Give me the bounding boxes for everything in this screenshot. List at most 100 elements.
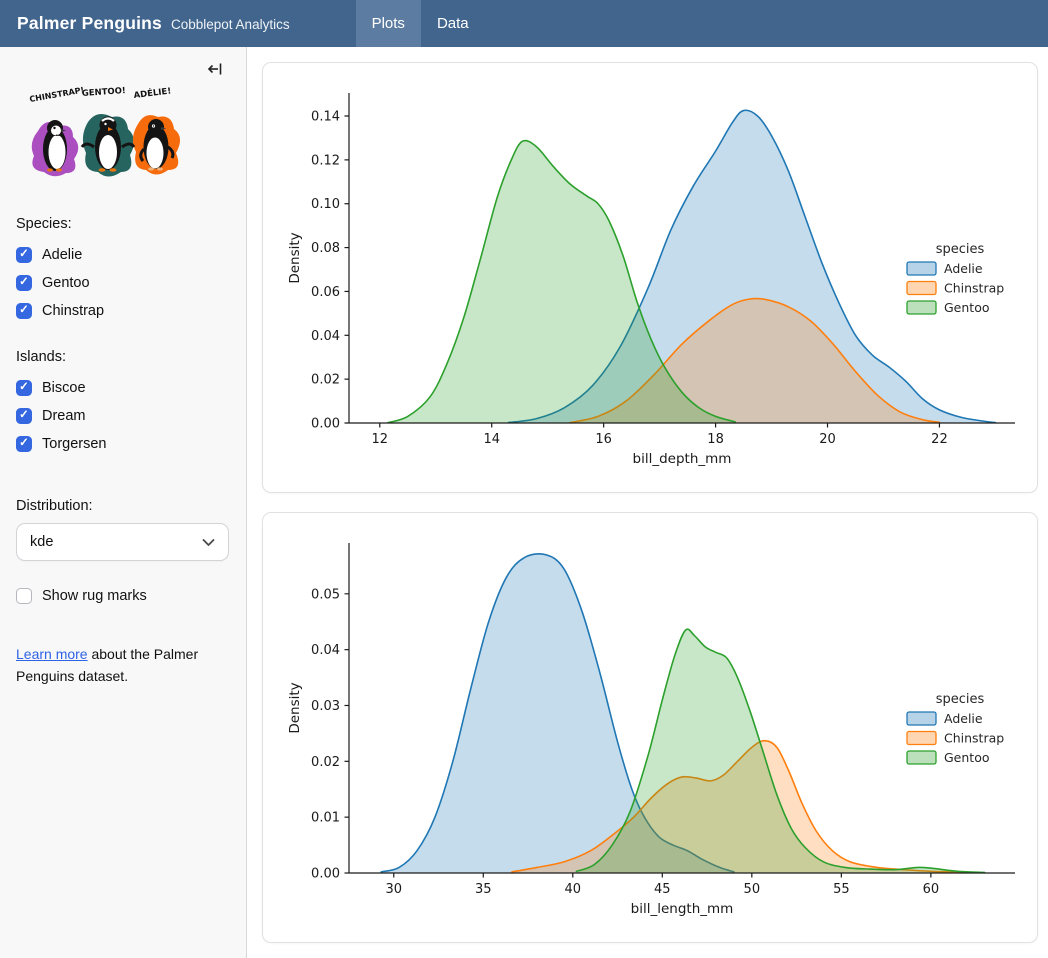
svg-text:45: 45: [654, 882, 671, 897]
distribution-label: Distribution:: [16, 498, 230, 514]
checkbox-label: Gentoo: [42, 275, 90, 291]
chevron-down-icon: [202, 538, 215, 547]
checkbox-icon[interactable]: [16, 247, 32, 263]
gentoo-label: GENTOO!: [82, 86, 127, 99]
legend-swatch-Adelie: [907, 712, 936, 725]
navbar: Palmer Penguins Cobblepot Analytics Plot…: [0, 0, 1048, 47]
checkbox-label: Dream: [42, 408, 86, 424]
legend-label-Adelie: Adelie: [944, 261, 983, 276]
legend-swatch-Chinstrap: [907, 732, 936, 745]
islands-group-label: Islands:: [16, 349, 230, 365]
svg-text:0.02: 0.02: [311, 373, 340, 388]
distribution-group: Distribution: kde: [16, 498, 230, 561]
tab-plots[interactable]: Plots: [356, 0, 421, 47]
distribution-select[interactable]: kde: [16, 523, 229, 561]
series-group: [381, 554, 984, 873]
x-axis-label: bill_length_mm: [631, 901, 734, 917]
legend-title: species: [936, 692, 985, 707]
svg-text:22: 22: [931, 432, 948, 447]
checkbox-island-torgersen[interactable]: Torgersen: [16, 430, 230, 458]
card-bill-depth-plot: 12 14 16 18 20 22 0.00 0.02 0.04 0.06 0.08 0.10 0.12…: [262, 62, 1038, 493]
svg-text:18: 18: [707, 432, 724, 447]
legend-label-Chinstrap: Chinstrap: [944, 281, 1004, 296]
checkbox-label: Chinstrap: [42, 303, 104, 319]
nav-tabs: Plots Data: [356, 0, 485, 47]
svg-text:60: 60: [923, 882, 940, 897]
sidebar-footer-text: Learn more about the Palmer Penguins dat…: [16, 644, 216, 687]
svg-text:0.03: 0.03: [311, 699, 340, 714]
app-title: Palmer Penguins: [17, 13, 162, 34]
svg-text:30: 30: [385, 882, 402, 897]
app-subtitle: Cobblepot Analytics: [171, 17, 290, 32]
legend-label-Adelie: Adelie: [944, 711, 983, 726]
checkbox-label: Adelie: [42, 247, 82, 263]
checkbox-label: Show rug marks: [42, 588, 147, 604]
svg-text:0.00: 0.00: [311, 867, 340, 882]
species-group-label: Species:: [16, 216, 230, 232]
islands-filter-group: Islands: Biscoe Dream Torgersen: [16, 349, 230, 458]
svg-text:0.05: 0.05: [311, 587, 340, 602]
svg-text:12: 12: [372, 432, 389, 447]
arrow-left-to-bar-icon: [206, 60, 224, 78]
y-axis-label: Density: [287, 232, 303, 283]
svg-text:35: 35: [475, 882, 492, 897]
checkbox-icon[interactable]: [16, 436, 32, 452]
svg-text:0.08: 0.08: [311, 241, 340, 256]
checkbox-icon[interactable]: [16, 588, 32, 604]
penguins-artwork-image: CHINSTRAP! GENTOO! ADÉLIE!: [16, 85, 186, 185]
checkbox-island-dream[interactable]: Dream: [16, 402, 230, 430]
svg-text:0.06: 0.06: [311, 285, 340, 300]
svg-text:14: 14: [483, 432, 500, 447]
main-content: 12 14 16 18 20 22 0.00 0.02 0.04 0.06 0.08 0.10 0.12…: [247, 47, 1048, 958]
svg-text:0.12: 0.12: [311, 153, 340, 168]
checkbox-show-rug-marks[interactable]: Show rug marks: [16, 582, 230, 610]
density-plot-bill_length_mm: 30 35 40 45 50 55 60 0.00 0.01 0.02 0.03 0.04 0.05 bi…: [263, 513, 1037, 942]
legend: species Adelie Chinstrap Gentoo: [907, 242, 1004, 315]
legend-title: species: [936, 242, 985, 257]
sidebar: CHINSTRAP! GENTOO! ADÉLIE! Species: Adel…: [0, 47, 247, 958]
svg-text:0.10: 0.10: [311, 197, 340, 212]
svg-text:40: 40: [565, 882, 582, 897]
sidebar-collapse-icon[interactable]: [206, 60, 224, 78]
legend-swatch-Gentoo: [907, 301, 936, 314]
distribution-select-value: kde: [30, 534, 53, 550]
checkbox-label: Biscoe: [42, 380, 86, 396]
learn-more-link[interactable]: Learn more: [16, 646, 88, 662]
x-axis-label: bill_depth_mm: [633, 451, 732, 467]
svg-text:0.01: 0.01: [311, 811, 340, 826]
legend-label-Chinstrap: Chinstrap: [944, 731, 1004, 746]
svg-text:55: 55: [833, 882, 850, 897]
legend-label-Gentoo: Gentoo: [944, 300, 990, 315]
svg-text:16: 16: [595, 432, 612, 447]
svg-text:0.14: 0.14: [311, 110, 340, 125]
brand: Palmer Penguins Cobblepot Analytics: [0, 13, 290, 34]
tab-data[interactable]: Data: [421, 0, 485, 47]
card-bill-length-plot: 30 35 40 45 50 55 60 0.00 0.01 0.02 0.03 0.04 0.05 bi…: [262, 512, 1038, 943]
series-group: [388, 110, 995, 423]
svg-text:0.00: 0.00: [311, 417, 340, 432]
checkbox-label: Torgersen: [42, 436, 106, 452]
adelie-label: ADÉLIE!: [133, 85, 172, 101]
density-plot-bill_depth_mm: 12 14 16 18 20 22 0.00 0.02 0.04 0.06 0.08 0.10 0.12…: [263, 63, 1037, 492]
y-axis-label: Density: [287, 682, 303, 733]
legend-swatch-Chinstrap: [907, 282, 936, 295]
svg-text:0.04: 0.04: [311, 643, 340, 658]
checkbox-species-chinstrap[interactable]: Chinstrap: [16, 297, 230, 325]
legend-label-Gentoo: Gentoo: [944, 750, 990, 765]
species-filter-group: Species: Adelie Gentoo Chinstrap: [16, 216, 230, 325]
checkbox-species-gentoo[interactable]: Gentoo: [16, 269, 230, 297]
chinstrap-label: CHINSTRAP!: [29, 85, 85, 103]
checkbox-icon[interactable]: [16, 275, 32, 291]
checkbox-icon[interactable]: [16, 380, 32, 396]
legend-swatch-Gentoo: [907, 751, 936, 764]
checkbox-icon[interactable]: [16, 303, 32, 319]
checkbox-species-adelie[interactable]: Adelie: [16, 241, 230, 269]
svg-text:0.04: 0.04: [311, 329, 340, 344]
svg-text:20: 20: [819, 432, 836, 447]
svg-text:50: 50: [744, 882, 761, 897]
legend-swatch-Adelie: [907, 262, 936, 275]
checkbox-icon[interactable]: [16, 408, 32, 424]
checkbox-island-biscoe[interactable]: Biscoe: [16, 374, 230, 402]
legend: species Adelie Chinstrap Gentoo: [907, 692, 1004, 765]
svg-text:0.02: 0.02: [311, 755, 340, 770]
